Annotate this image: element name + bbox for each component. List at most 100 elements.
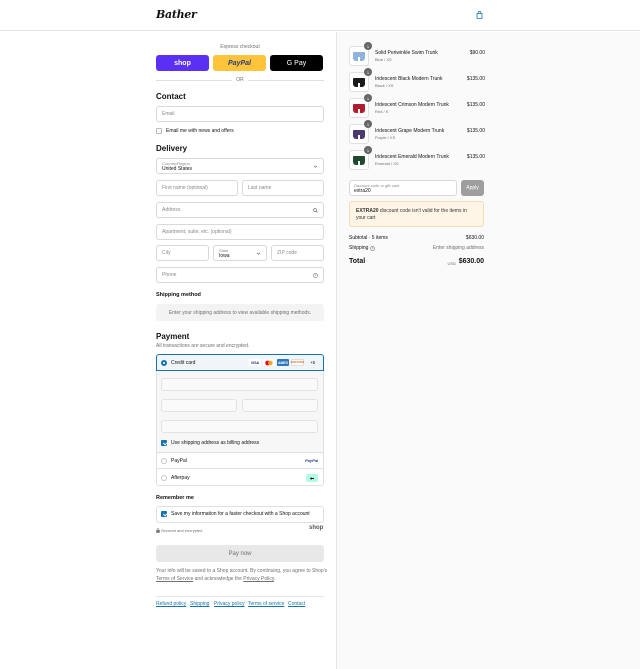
product-price: $135.00 bbox=[466, 76, 485, 82]
product-price: $135.00 bbox=[466, 102, 485, 108]
cart-item: 1 Iridescent Grape Modern Trunk Purple /… bbox=[349, 120, 485, 144]
country-select[interactable]: Country/Region United States bbox=[156, 158, 324, 174]
apartment-field[interactable]: Apartment, suite, etc. (optional) bbox=[156, 224, 324, 240]
afterpay-radio[interactable] bbox=[161, 475, 167, 481]
legal-text: Your info will be saved to a Shop accoun… bbox=[156, 568, 328, 582]
billing-same-checkbox[interactable] bbox=[161, 440, 167, 446]
shop-logo: shop bbox=[309, 525, 324, 531]
contact-link[interactable]: Contact bbox=[288, 601, 305, 607]
paypal-radio[interactable] bbox=[161, 458, 167, 464]
product-name: Iridescent Grape Modern Trunk bbox=[375, 128, 445, 134]
apply-discount-button[interactable]: Apply bbox=[461, 180, 484, 196]
chevron-down-icon bbox=[313, 165, 318, 168]
shopping-bag-icon[interactable] bbox=[476, 11, 483, 19]
paypal-label: PayPal bbox=[171, 458, 187, 464]
newsletter-checkbox[interactable] bbox=[156, 128, 162, 134]
product-name: Solid Periwinkle Swim Trunk bbox=[375, 50, 438, 56]
zip-field[interactable]: ZIP code bbox=[271, 245, 324, 261]
paypal-button[interactable]: PayPal bbox=[213, 55, 266, 71]
amex-icon: AMEX bbox=[277, 359, 289, 366]
name-on-card-field[interactable] bbox=[161, 420, 318, 433]
privacy-policy-link[interactable]: Privacy policy bbox=[214, 601, 245, 607]
shop-privacy-link[interactable]: Privacy Policy bbox=[243, 576, 274, 582]
mastercard-icon bbox=[263, 359, 275, 366]
trunk-image bbox=[353, 129, 365, 139]
newsletter-label: Email me with news and offers bbox=[166, 128, 234, 134]
cart-item: 1 Solid Periwinkle Swim Trunk Blue / XS … bbox=[349, 42, 485, 66]
quantity-badge: 1 bbox=[364, 94, 372, 102]
more-cards-badge: +5 bbox=[310, 360, 316, 365]
save-info-label: Save my information for a faster checkou… bbox=[171, 511, 310, 517]
shop-terms-link[interactable]: Terms of Service bbox=[156, 576, 193, 582]
secure-note: Secured and encrypted bbox=[161, 528, 203, 533]
shipping-method-heading: Shipping method bbox=[156, 292, 201, 298]
svg-text:?: ? bbox=[372, 246, 374, 250]
discount-warning: EXTRA20 discount code isn't valid for th… bbox=[349, 201, 484, 227]
chevron-down-icon bbox=[256, 252, 261, 255]
shipping-row: Shipping ? Enter shipping address bbox=[349, 245, 484, 251]
phone-field[interactable]: Phone ? bbox=[156, 267, 324, 283]
help-circle-icon[interactable]: ? bbox=[313, 273, 318, 278]
quantity-badge: 1 bbox=[364, 146, 372, 154]
refund-policy-link[interactable]: Refund policy bbox=[156, 601, 186, 607]
state-select[interactable]: State Iowa bbox=[213, 245, 267, 261]
credit-card-radio[interactable] bbox=[161, 360, 167, 366]
product-price: $90.00 bbox=[469, 50, 485, 56]
product-variant: Purple / XS bbox=[375, 135, 396, 140]
payment-heading: Payment bbox=[156, 332, 190, 341]
email-field[interactable]: Email bbox=[156, 106, 324, 122]
express-checkout-label: Express checkout bbox=[220, 44, 260, 50]
security-code-field[interactable] bbox=[242, 399, 318, 412]
billing-same-label: Use shipping address as billing address bbox=[171, 440, 260, 446]
visa-icon: VISA bbox=[249, 359, 261, 366]
product-variant: Emerald / XS bbox=[375, 161, 399, 166]
svg-text:?: ? bbox=[315, 274, 317, 278]
google-pay-button[interactable]: G Pay bbox=[270, 55, 323, 71]
header: Bather bbox=[0, 0, 640, 31]
quantity-badge: 1 bbox=[364, 68, 372, 76]
or-divider: OR bbox=[156, 77, 324, 83]
first-name-field[interactable]: First name (optional) bbox=[156, 180, 238, 196]
trunk-image bbox=[353, 77, 365, 87]
search-icon bbox=[313, 208, 318, 213]
address-field[interactable]: Address bbox=[156, 202, 324, 218]
afterpay-logo-icon bbox=[306, 474, 318, 482]
quantity-badge: 1 bbox=[364, 120, 372, 128]
shipping-link[interactable]: Shipping bbox=[190, 601, 209, 607]
payment-subtitle: All transactions are secure and encrypte… bbox=[156, 343, 250, 349]
contact-heading: Contact bbox=[156, 92, 186, 101]
total-row: Total USD $630.00 bbox=[349, 258, 484, 266]
product-name: Iridescent Emerald Modern Trunk bbox=[375, 154, 449, 160]
trunk-image bbox=[353, 103, 365, 113]
trunk-image bbox=[353, 155, 365, 165]
paypal-logo: PayPal bbox=[305, 458, 319, 463]
discover-icon: DISCOVER bbox=[290, 359, 305, 366]
product-variant: Black / XS bbox=[375, 83, 394, 88]
store-logo[interactable]: Bather bbox=[156, 8, 197, 21]
product-variant: Red / S bbox=[375, 109, 389, 114]
trunk-image bbox=[353, 51, 365, 61]
cart-item: 1 Iridescent Crimson Modern Trunk Red / … bbox=[349, 94, 485, 118]
product-name: Iridescent Black Modern Trunk bbox=[375, 76, 443, 82]
quantity-badge: 1 bbox=[364, 42, 372, 50]
subtotal-row: Subtotal · 5 items $630.00 bbox=[349, 235, 484, 241]
shop-pay-button[interactable]: shop bbox=[156, 55, 209, 71]
product-name: Iridescent Crimson Modern Trunk bbox=[375, 102, 449, 108]
cart-item: 1 Iridescent Emerald Modern Trunk Emeral… bbox=[349, 146, 485, 170]
expiration-date-field[interactable] bbox=[161, 399, 237, 412]
product-price: $135.00 bbox=[466, 154, 485, 160]
cart-item: 1 Iridescent Black Modern Trunk Black / … bbox=[349, 68, 485, 92]
city-field[interactable]: City bbox=[156, 245, 209, 261]
delivery-heading: Delivery bbox=[156, 144, 188, 153]
discount-code-field[interactable]: Discount code or gift card extra20 bbox=[349, 180, 457, 196]
last-name-field[interactable]: Last name bbox=[242, 180, 324, 196]
save-info-checkbox[interactable] bbox=[161, 511, 167, 517]
pay-now-button[interactable]: Pay now bbox=[156, 545, 324, 562]
terms-of-service-link[interactable]: Terms of service bbox=[248, 601, 284, 607]
lock-icon bbox=[156, 528, 160, 533]
footer-divider bbox=[156, 596, 324, 597]
help-circle-icon[interactable]: ? bbox=[370, 245, 375, 251]
card-number-field[interactable] bbox=[161, 378, 318, 391]
product-price: $135.00 bbox=[466, 128, 485, 134]
credit-card-label: Credit card bbox=[171, 360, 196, 366]
